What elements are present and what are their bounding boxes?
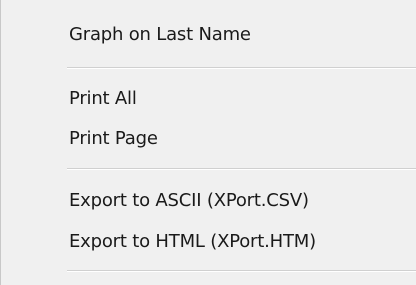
menu-item-print-page[interactable]: Print Page <box>69 124 158 154</box>
menu-separator <box>67 270 416 272</box>
menu-item-export-ascii[interactable]: Export to ASCII (XPort.CSV) <box>69 186 309 216</box>
menu-separator <box>67 67 416 69</box>
menu-item-export-html[interactable]: Export to HTML (XPort.HTM) <box>69 227 316 257</box>
menu-separator <box>67 168 416 170</box>
menu-item-print-all[interactable]: Print All <box>69 84 137 114</box>
menu-item-graph-on-last-name[interactable]: Graph on Last Name <box>69 20 251 50</box>
context-menu: Graph on Last Name Print All Print Page … <box>0 0 416 285</box>
